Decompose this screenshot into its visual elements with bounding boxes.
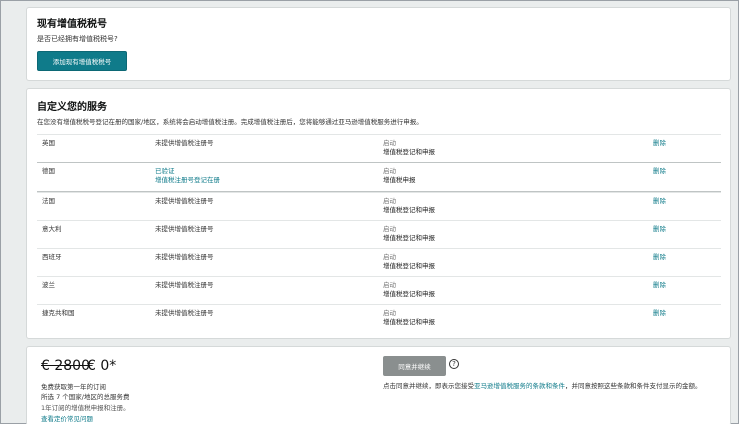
delete-link[interactable]: 删除 [653,253,666,262]
row-country: 波兰 [42,281,55,289]
agree-continue-button[interactable]: 同意并继续 [383,356,446,376]
services-title: 自定义您的服务 [37,102,107,113]
terms-suffix: ，并同意按照这些条款和条件支付显示的金额。 [565,382,702,390]
original-price: € 2800 [41,358,90,374]
delete-link[interactable]: 删除 [653,197,666,206]
row-status-label: 启动 [383,167,396,175]
existing-vat-card: 现有增值税税号 是否已经拥有增值税税号? 添加现有增值税税号 [26,7,731,81]
row-registration: 未提供增值税注册号 [155,281,214,289]
row-status-label: 启动 [383,253,396,261]
vat-registered-link[interactable]: 增值税注册号登记在册 [155,176,220,185]
delete-link[interactable]: 删除 [653,309,666,318]
row-status: 启动 增值税登记和申报 [383,281,435,299]
row-service: 增值税登记和申报 [383,290,435,298]
row-country: 意大利 [42,225,62,233]
row-status-label: 启动 [383,281,396,289]
free-subscription-text: 免费获取第一年的订阅 [41,383,106,391]
pricing-card: € 2800 € 0* 免费获取第一年的订阅 所选 7 个国家/地区的总服务费 … [26,346,731,424]
delete-link[interactable]: 删除 [653,167,666,176]
row-country: 西班牙 [42,253,62,261]
row-status: 启动 增值税登记和申报 [383,197,435,215]
row-country: 德国 [42,167,55,175]
row-status: 启动 增值税登记和申报 [383,253,435,271]
service-row-de: 德国 已验证 增值税注册号登记在册 启动 增值税申报 删除 [37,162,721,192]
row-service: 增值税登记和申报 [383,206,435,214]
row-registration: 未提供增值税注册号 [155,197,214,205]
row-registration: 未提供增值税注册号 [155,139,214,147]
row-country: 法国 [42,197,55,205]
row-status-label: 启动 [383,139,396,147]
row-status: 启动 增值税申报 [383,167,416,185]
delete-link[interactable]: 删除 [653,139,666,148]
existing-vat-title: 现有增值税税号 [37,19,107,30]
terms-link[interactable]: 亚马逊增值税服务的条款和条件 [474,382,565,390]
included-services-text: 1年订阅的增值税申报和注册。 [41,404,130,412]
row-service: 增值税登记和申报 [383,318,435,326]
row-status-label: 启动 [383,309,396,317]
row-service: 增值税申报 [383,176,416,184]
page-frame: 现有增值税税号 是否已经拥有增值税税号? 添加现有增值税税号 自定义您的服务 在… [0,0,739,424]
service-row-es: 西班牙 未提供增值税注册号 启动 增值税登记和申报 删除 [37,248,721,276]
row-country: 英国 [42,139,55,147]
customize-services-card: 自定义您的服务 在您没有增值税税号登记在册的国家/地区，系统将会启动增值税注册。… [26,88,731,339]
selected-countries-text: 所选 7 个国家/地区的总服务费 [41,393,130,401]
row-registration: 未提供增值税注册号 [155,253,214,261]
help-icon[interactable]: ? [449,359,459,369]
delete-link[interactable]: 删除 [653,225,666,234]
row-status-label: 启动 [383,197,396,205]
row-service: 增值税登记和申报 [383,234,435,242]
verified-link[interactable]: 已验证 [155,167,220,176]
service-row-fr: 法国 未提供增值税注册号 启动 增值税登记和申报 删除 [37,192,721,220]
row-service: 增值税登记和申报 [383,148,435,156]
row-status: 启动 增值税登记和申报 [383,309,435,327]
row-service: 增值税登记和申报 [383,262,435,270]
delete-link[interactable]: 删除 [653,281,666,290]
row-registration: 未提供增值税注册号 [155,225,214,233]
existing-vat-question: 是否已经拥有增值税税号? [37,35,118,43]
row-registration: 已验证 增值税注册号登记在册 [155,167,220,185]
add-existing-vat-button[interactable]: 添加现有增值税税号 [37,51,127,71]
row-country: 捷克共和国 [42,309,75,317]
row-status: 启动 增值税登记和申报 [383,225,435,243]
row-registration: 未提供增值税注册号 [155,309,214,317]
terms-text: 点击同意并继续，即表示您接受亚马逊增值税服务的条款和条件，并同意按照这些条款和条… [383,381,719,391]
row-status-label: 启动 [383,225,396,233]
discounted-price: € 0* [87,358,117,374]
service-row-cz: 捷克共和国 未提供增值税注册号 启动 增值税登记和申报 删除 [37,304,721,332]
row-status: 启动 增值税登记和申报 [383,139,435,157]
service-row-pl: 波兰 未提供增值税注册号 启动 增值税登记和申报 删除 [37,276,721,304]
service-row-it: 意大利 未提供增值税注册号 启动 增值税登记和申报 删除 [37,220,721,248]
terms-prefix: 点击同意并继续，即表示您接受 [383,382,474,390]
service-row-uk: 英国 未提供增值税注册号 启动 增值税登记和申报 删除 [37,134,721,162]
pricing-faq-link[interactable]: 查看定价常见问题 [41,413,93,423]
services-description: 在您没有增值税税号登记在册的国家/地区，系统将会启动增值税注册。完成增值税注册后… [37,118,423,126]
